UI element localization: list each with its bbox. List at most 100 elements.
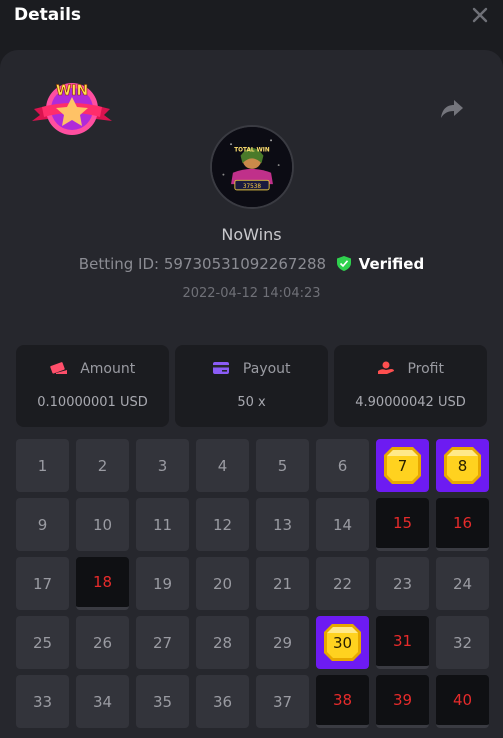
header: Details [0, 0, 503, 50]
keno-tile[interactable]: 6 [316, 439, 369, 492]
gem-tile-face: 7 [383, 446, 422, 485]
tile-number: 38 [332, 691, 353, 709]
modal-title: Details [14, 5, 82, 25]
tile-number: 11 [152, 515, 173, 534]
tile-number: 2 [97, 456, 108, 475]
keno-tile[interactable]: 4 [196, 439, 249, 492]
gem-tile-face: 30 [323, 623, 362, 662]
keno-tile[interactable]: 19 [136, 557, 189, 610]
verified-label: Verified [358, 255, 425, 273]
profit-hand-icon [378, 361, 394, 374]
betting-id-value: 59730531092267288 [163, 255, 327, 273]
stat-label: Amount [80, 361, 136, 377]
keno-tile[interactable]: 14 [316, 498, 369, 551]
keno-tile[interactable]: 32 [436, 616, 489, 669]
keno-tile[interactable]: 24 [436, 557, 489, 610]
tile-number: 7 [397, 456, 408, 475]
tile-number: 3 [157, 456, 168, 475]
keno-tile[interactable]: 13 [256, 498, 309, 551]
stat-profit: Profit 4.90000042 USD [334, 345, 487, 427]
keno-tile[interactable]: 28 [196, 616, 249, 669]
tile-number: 12 [212, 515, 233, 534]
keno-tile-picked-hit[interactable]: 30 [316, 616, 369, 669]
keno-tile[interactable]: 10 [76, 498, 129, 551]
tile-number: 6 [337, 456, 348, 475]
stat-value: 50 x [237, 395, 266, 410]
keno-tile[interactable]: 9 [16, 498, 69, 551]
tile-number: 37 [272, 692, 293, 711]
tile-number: 15 [392, 514, 413, 532]
share-icon[interactable] [440, 98, 464, 120]
keno-tile[interactable]: 11 [136, 498, 189, 551]
tile-number: 34 [92, 692, 113, 711]
keno-tile[interactable]: 2 [76, 439, 129, 492]
keno-tile-drawn[interactable]: 16 [436, 498, 489, 551]
bet-datetime: 2022-04-12 14:04:23 [182, 286, 321, 301]
keno-tile[interactable]: 29 [256, 616, 309, 669]
keno-board: 1 2 3 4 5 6 7 8 9 10 11 12 13 14 15 16 17 18 19 20 21 22 23 24 2… [16, 439, 490, 738]
keno-tile[interactable]: 22 [316, 557, 369, 610]
keno-tile-drawn[interactable]: 18 [76, 557, 129, 610]
tile-number: 33 [32, 692, 53, 711]
tile-number: 32 [452, 633, 473, 652]
stat-label: Profit [407, 361, 444, 377]
tile-number: 21 [272, 574, 293, 593]
avatar: 37538 TOTAL WIN [210, 125, 294, 209]
keno-tile[interactable]: 25 [16, 616, 69, 669]
tile-number: 27 [152, 633, 173, 652]
tile-number: 5 [277, 456, 288, 475]
tile-number: 16 [452, 514, 473, 532]
svg-text:WIN: WIN [56, 83, 88, 99]
tile-number: 14 [332, 515, 353, 534]
betting-id-line: Betting ID: 59730531092267288 Verified [0, 255, 503, 273]
keno-tile-drawn[interactable]: 31 [376, 616, 429, 669]
svg-text:TOTAL WIN: TOTAL WIN [234, 148, 270, 154]
tile-number: 26 [92, 633, 113, 652]
betting-id-label: Betting ID: [78, 255, 160, 273]
keno-tile[interactable]: 35 [136, 675, 189, 728]
keno-tile[interactable]: 23 [376, 557, 429, 610]
tile-number: 10 [92, 515, 113, 534]
keno-tile[interactable]: 17 [16, 557, 69, 610]
keno-tile-picked-hit[interactable]: 7 [376, 439, 429, 492]
stat-value: 4.90000042 USD [355, 395, 466, 410]
keno-tile[interactable]: 20 [196, 557, 249, 610]
keno-tile[interactable]: 34 [76, 675, 129, 728]
stat-value: 0.10000001 USD [37, 395, 148, 410]
tile-number: 8 [457, 456, 468, 475]
tile-number: 18 [92, 573, 113, 591]
verified-shield-icon [336, 256, 351, 271]
keno-tile[interactable]: 27 [136, 616, 189, 669]
tile-number: 20 [212, 574, 233, 593]
keno-tile[interactable]: 21 [256, 557, 309, 610]
keno-tile[interactable]: 37 [256, 675, 309, 728]
keno-tile-drawn[interactable]: 15 [376, 498, 429, 551]
tile-number: 24 [452, 574, 473, 593]
close-icon[interactable] [471, 6, 489, 24]
tile-number: 35 [152, 692, 173, 711]
tile-number: 36 [212, 692, 233, 711]
tile-number: 29 [272, 633, 293, 652]
username: NoWins [221, 225, 282, 244]
svg-text:37538: 37538 [243, 184, 262, 190]
stats-row: Amount 0.10000001 USD Payout 50 x Profit… [16, 345, 487, 427]
tile-number: 22 [332, 574, 353, 593]
keno-tile[interactable]: 5 [256, 439, 309, 492]
tile-number: 4 [217, 456, 228, 475]
keno-tile-drawn[interactable]: 40 [436, 675, 489, 728]
stat-payout: Payout 50 x [175, 345, 328, 427]
tile-number: 1 [37, 456, 48, 475]
keno-tile[interactable]: 3 [136, 439, 189, 492]
tile-number: 13 [272, 515, 293, 534]
keno-tile[interactable]: 36 [196, 675, 249, 728]
keno-tile[interactable]: 33 [16, 675, 69, 728]
stat-label: Payout [242, 361, 291, 377]
tile-number: 28 [212, 633, 233, 652]
tile-number: 25 [32, 633, 53, 652]
keno-tile[interactable]: 12 [196, 498, 249, 551]
keno-tile[interactable]: 1 [16, 439, 69, 492]
keno-tile-picked-hit[interactable]: 8 [436, 439, 489, 492]
keno-tile-drawn[interactable]: 38 [316, 675, 369, 728]
keno-tile[interactable]: 26 [76, 616, 129, 669]
keno-tile-drawn[interactable]: 39 [376, 675, 429, 728]
